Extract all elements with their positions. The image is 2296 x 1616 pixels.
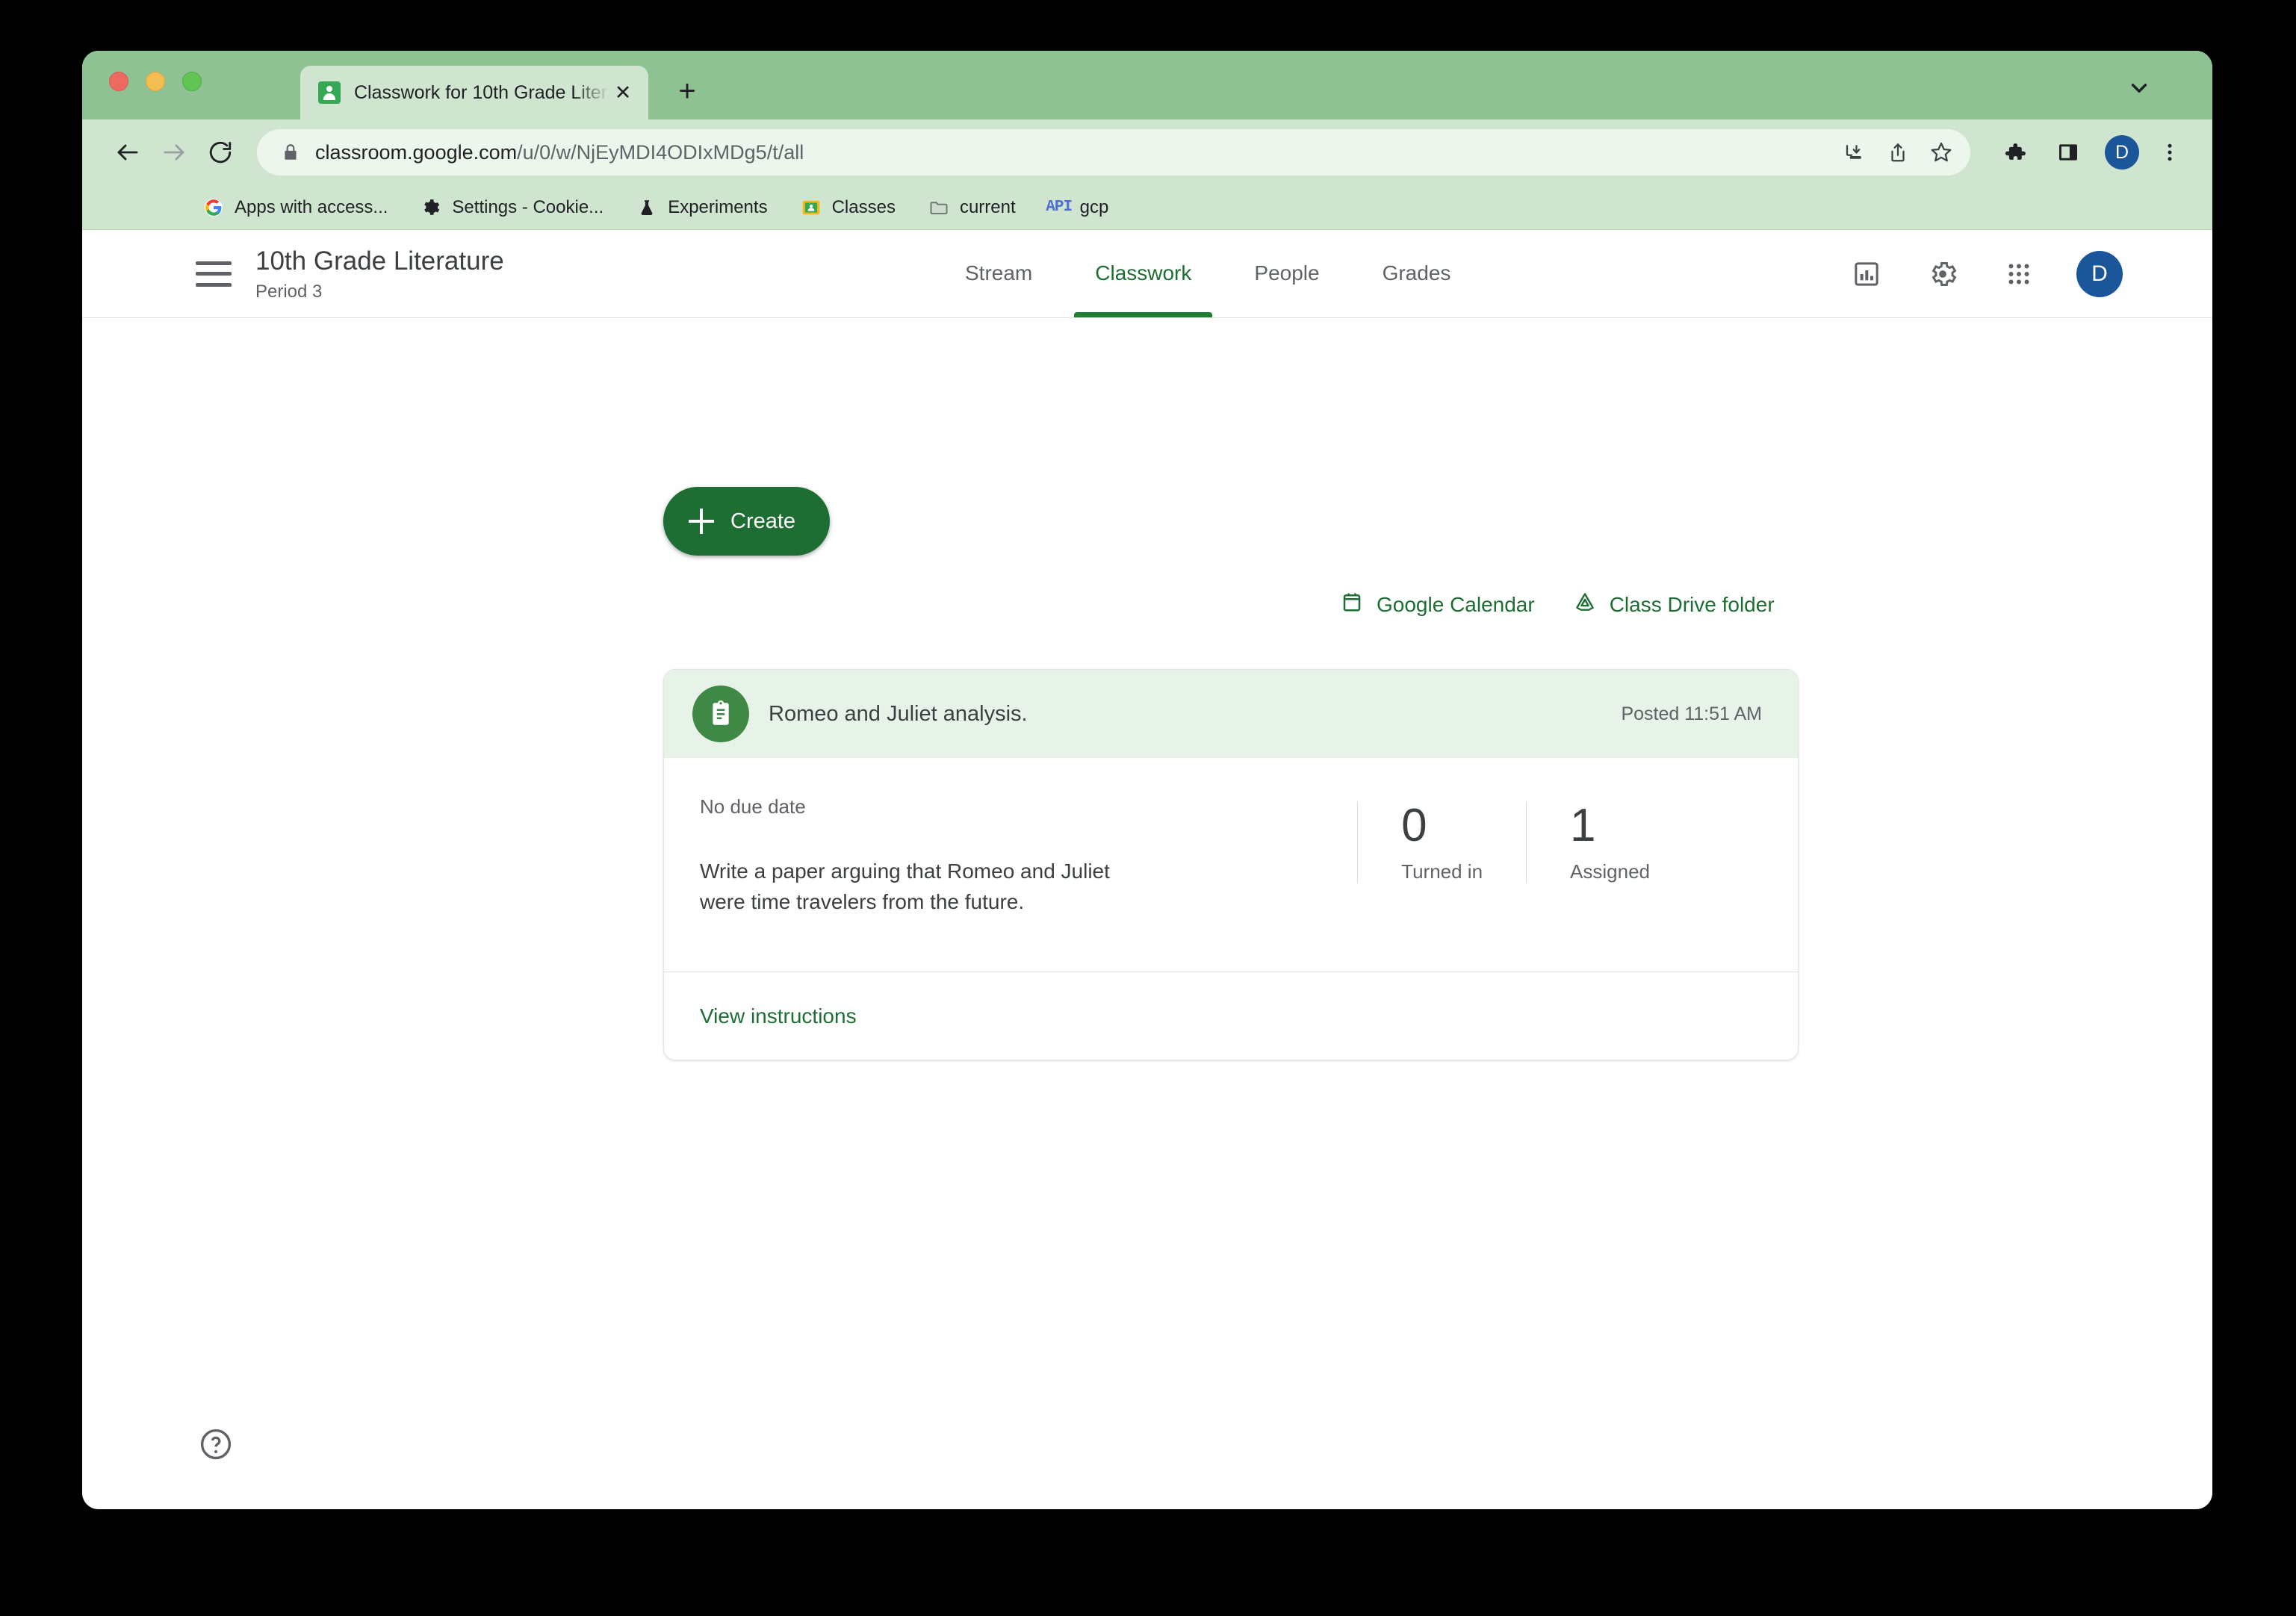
- browser-tab[interactable]: Classwork for 10th Grade Litera ✕: [300, 66, 648, 119]
- bookmark-experiments[interactable]: Experiments: [620, 190, 784, 226]
- class-drive-folder-link[interactable]: Class Drive folder: [1574, 591, 1775, 618]
- assignment-title: Romeo and Juliet analysis.: [769, 701, 1028, 726]
- create-button-label: Create: [730, 509, 796, 533]
- bookmark-settings-cookie[interactable]: Settings - Cookie...: [404, 190, 620, 226]
- window-traffic-lights: [109, 72, 202, 91]
- chevron-down-icon[interactable]: [2124, 73, 2154, 103]
- api-icon: API: [1046, 199, 1073, 216]
- stat-label: Assigned: [1570, 860, 1650, 883]
- install-app-icon[interactable]: [1833, 131, 1876, 174]
- forward-icon[interactable]: [151, 129, 197, 175]
- gear-icon[interactable]: [1924, 255, 1961, 293]
- bookmark-current[interactable]: current: [912, 190, 1032, 226]
- bookmark-label: current: [959, 196, 1016, 217]
- reload-icon[interactable]: [197, 129, 243, 175]
- minimize-window-button[interactable]: [146, 72, 165, 91]
- bookmark-label: Settings - Cookie...: [452, 196, 604, 217]
- quick-link-label: Google Calendar: [1377, 592, 1535, 616]
- tab-list: Classwork for 10th Grade Litera ✕ +: [300, 66, 710, 119]
- tab-people[interactable]: People: [1223, 229, 1350, 317]
- drive-icon: [1574, 591, 1596, 618]
- assignment-card-header[interactable]: Romeo and Juliet analysis. Posted 11:51 …: [664, 670, 1798, 758]
- address-bar[interactable]: classroom.google.com/u/0/w/NjEyMDI4ODIxM…: [257, 129, 1970, 175]
- class-insights-icon[interactable]: [1848, 255, 1885, 293]
- bookmark-label: gcp: [1079, 196, 1109, 217]
- quick-links: Google Calendar Class Drive folder: [1341, 591, 1775, 618]
- url-text: classroom.google.com/u/0/w/NjEyMDI4ODIxM…: [315, 141, 1833, 164]
- lock-icon: [281, 143, 300, 162]
- avatar[interactable]: D: [2076, 250, 2123, 297]
- class-title-block: 10th Grade Literature Period 3: [255, 245, 504, 303]
- bookmark-label: Classes: [831, 196, 896, 217]
- share-icon[interactable]: [1876, 131, 1920, 174]
- stat-value: 1: [1570, 800, 1596, 851]
- extensions-puzzle-icon[interactable]: [1991, 129, 2038, 175]
- classroom-icon: [801, 197, 822, 218]
- page-content: 10th Grade Literature Period 3 Stream Cl…: [82, 230, 2212, 1509]
- flask-icon: [636, 197, 657, 218]
- google-g-icon: [203, 197, 224, 218]
- bookmark-label: Experiments: [668, 196, 768, 217]
- assignment-due-date: No due date: [700, 795, 806, 818]
- stat-turned-in[interactable]: 0 Turned in: [1357, 800, 1526, 884]
- view-instructions-link[interactable]: View instructions: [700, 1004, 857, 1028]
- folder-icon: [928, 197, 949, 218]
- side-panel-icon[interactable]: [2045, 129, 2091, 175]
- page-title: 10th Grade Literature: [255, 246, 504, 276]
- new-tab-button[interactable]: +: [665, 69, 710, 114]
- bookmark-star-icon[interactable]: [1920, 131, 1963, 174]
- assignment-stats: 0 Turned in 1 Assigned: [1357, 800, 1693, 884]
- google-classroom-icon: [318, 81, 341, 104]
- stat-label: Turned in: [1401, 860, 1483, 883]
- class-section: Period 3: [255, 282, 323, 302]
- bookmarks-bar: Apps with access... Settings - Cookie...…: [82, 185, 2212, 230]
- quick-link-label: Class Drive folder: [1609, 592, 1775, 616]
- assignment-posted-time: Posted 11:51 AM: [1621, 703, 1762, 724]
- stat-value: 0: [1401, 800, 1427, 851]
- url-path: /u/0/w/NjEyMDI4ODIxMDg5/t/all: [517, 140, 804, 164]
- tab-grades[interactable]: Grades: [1351, 229, 1483, 317]
- gear-icon: [421, 197, 441, 218]
- assignment-details: No due date Write a paper arguing that R…: [700, 794, 1357, 918]
- assignment-clipboard-icon: [692, 686, 749, 742]
- assignment-card[interactable]: Romeo and Juliet analysis. Posted 11:51 …: [663, 669, 1799, 1060]
- help-icon[interactable]: [196, 1424, 236, 1464]
- tab-title: Classwork for 10th Grade Litera: [354, 81, 609, 103]
- bookmark-apps-with-access[interactable]: Apps with access...: [187, 190, 404, 226]
- hamburger-menu-icon[interactable]: [196, 261, 232, 287]
- classroom-header-actions: D: [1848, 250, 2123, 297]
- more-options-icon[interactable]: [2147, 129, 2193, 175]
- classroom-nav-tabs: Stream Classwork People Grades: [934, 229, 1482, 317]
- create-button[interactable]: Create: [663, 487, 831, 556]
- assignment-card-body: No due date Write a paper arguing that R…: [664, 758, 1798, 972]
- bookmark-gcp[interactable]: API gcp: [1032, 190, 1126, 226]
- bookmark-label: Apps with access...: [235, 196, 388, 217]
- tab-stream[interactable]: Stream: [934, 229, 1064, 317]
- tab-classwork[interactable]: Classwork: [1064, 229, 1223, 317]
- assignment-card-footer: View instructions: [664, 972, 1798, 1060]
- classroom-header: 10th Grade Literature Period 3 Stream Cl…: [82, 230, 2212, 318]
- close-window-button[interactable]: [109, 72, 128, 91]
- url-domain: classroom.google.com: [315, 140, 518, 164]
- apps-grid-icon[interactable]: [2000, 255, 2038, 293]
- calendar-icon: [1341, 591, 1363, 618]
- browser-toolbar: classroom.google.com/u/0/w/NjEyMDI4ODIxM…: [82, 119, 2212, 185]
- plus-icon: [689, 509, 714, 534]
- google-calendar-link[interactable]: Google Calendar: [1341, 591, 1535, 618]
- stat-assigned[interactable]: 1 Assigned: [1526, 800, 1693, 884]
- assignment-description: Write a paper arguing that Romeo and Jul…: [700, 860, 1110, 914]
- bookmark-classes[interactable]: Classes: [784, 190, 912, 226]
- browser-profile-avatar[interactable]: D: [2105, 135, 2139, 170]
- tab-strip: Classwork for 10th Grade Litera ✕ +: [82, 51, 2212, 119]
- maximize-window-button[interactable]: [182, 72, 202, 91]
- back-icon[interactable]: [105, 129, 151, 175]
- browser-window: Classwork for 10th Grade Litera ✕ + clas…: [82, 51, 2212, 1509]
- close-icon[interactable]: ✕: [609, 79, 636, 106]
